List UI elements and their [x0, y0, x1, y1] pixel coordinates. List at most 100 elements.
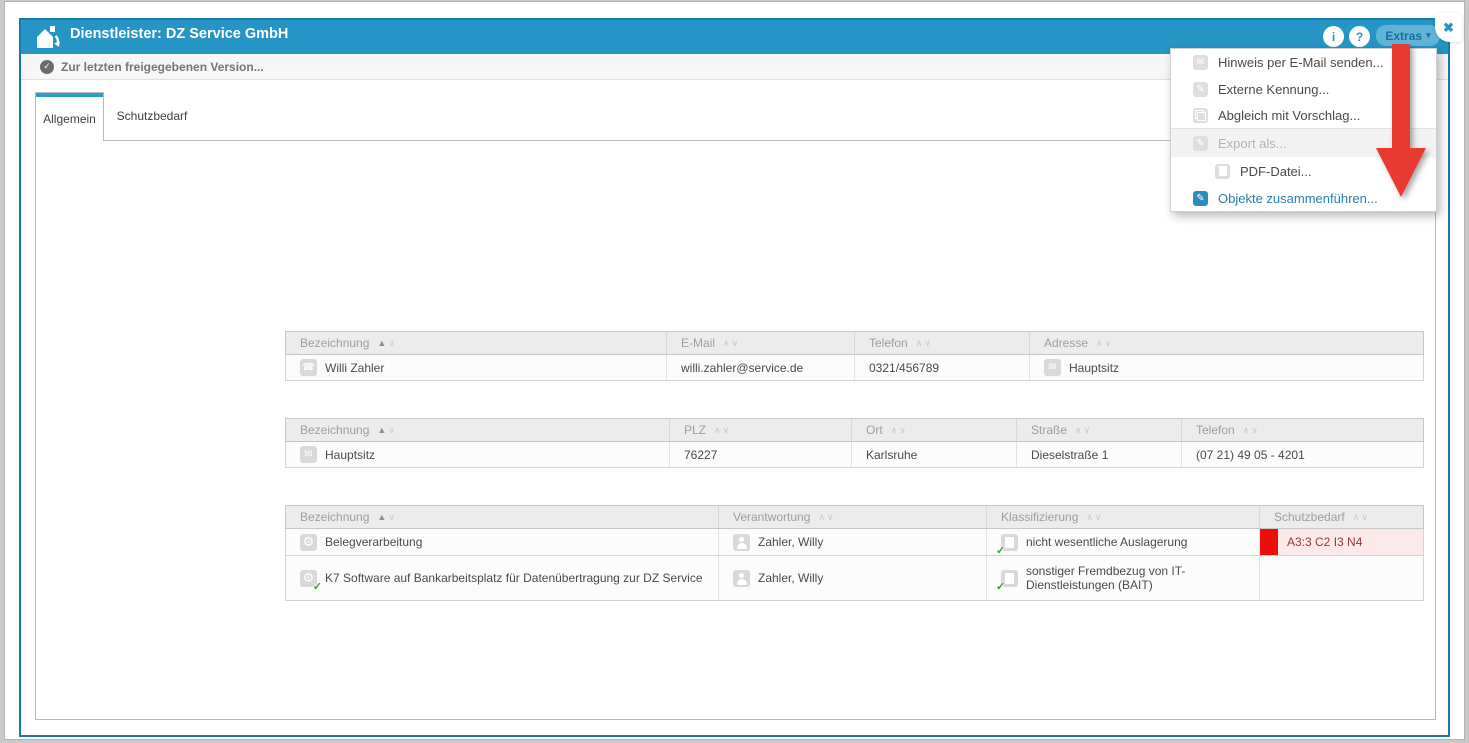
column-header[interactable]: E-Mail — [666, 332, 854, 354]
column-header[interactable]: Bezeichnung — [286, 506, 718, 528]
column-label: Klassifizierung — [1001, 510, 1078, 524]
column-header[interactable]: Schutzbedarf — [1259, 506, 1423, 528]
address-plz: 76227 — [684, 448, 717, 462]
column-label: Bezeichnung — [300, 336, 369, 350]
sort-icon — [818, 513, 833, 522]
classification-doc-icon: ✓ — [1001, 534, 1018, 551]
contact-name: Willi Zahler — [325, 361, 384, 375]
column-label: Schutzbedarf — [1274, 510, 1345, 524]
sort-icon — [1086, 513, 1101, 522]
sort-icon — [723, 339, 738, 348]
extras-dropdown-menu: Hinweis per E-Mail senden... Externe Ken… — [1170, 48, 1437, 212]
protection-level-value: A3:3 C2 I3 N4 — [1287, 535, 1362, 549]
person-icon — [733, 570, 750, 587]
close-icon[interactable]: ✖ — [1435, 13, 1462, 42]
active-tab-accent — [36, 93, 103, 97]
column-header[interactable]: Bezeichnung — [286, 419, 669, 441]
service-provider-house-icon — [34, 24, 61, 51]
help-glyph: ? — [1356, 30, 1363, 44]
column-header[interactable]: Bezeichnung — [286, 332, 666, 354]
menu-item-export-as[interactable]: Export als... — [1171, 129, 1436, 157]
sort-icon — [1096, 339, 1111, 348]
address-city: Karlsruhe — [866, 448, 917, 462]
screen: Dienstleister: DZ Service GmbH i ? Extra… — [0, 0, 1469, 743]
menu-item-compare-proposal[interactable]: Abgleich mit Vorschlag... — [1171, 102, 1436, 128]
column-label: Adresse — [1044, 336, 1088, 350]
address-card-icon: ✉ — [300, 446, 317, 463]
sort-icon — [377, 426, 395, 435]
column-header[interactable]: Adresse — [1029, 332, 1423, 354]
check-icon: ✓ — [313, 580, 322, 593]
tab-schutzbedarf-label: Schutzbedarf — [117, 109, 188, 123]
adressen-table: Bezeichnung PLZ Ort Straße Telefon ✉ Haup… — [285, 418, 1424, 468]
adressen-header-row: Bezeichnung PLZ Ort Straße Telefon — [285, 418, 1424, 442]
last-released-version-link[interactable]: Zur letzten freigegebenen Version... — [61, 60, 264, 74]
contact-phone-icon: ☎ — [300, 359, 317, 376]
sort-icon — [714, 426, 729, 435]
tab-allgemein[interactable]: Allgemein — [35, 92, 104, 141]
table-row[interactable]: ⚙✓K7 Software auf Bankarbeitsplatz für D… — [285, 556, 1424, 601]
person-icon — [733, 534, 750, 551]
address-name: Hauptsitz — [325, 448, 375, 462]
ansprechpartner-table: Bezeichnung E-Mail Telefon Adresse ☎ Will… — [285, 331, 1424, 381]
leistungen-table: Bezeichnung Verantwortung Klassifizierun… — [285, 505, 1424, 601]
contact-address: Hauptsitz — [1069, 361, 1119, 375]
contact-email: willi.zahler@service.de — [681, 361, 803, 375]
close-glyph: ✖ — [1443, 20, 1454, 36]
info-icon[interactable]: i — [1323, 26, 1344, 47]
service-gear-icon: ⚙ — [300, 534, 317, 551]
menu-item-merge-objects[interactable]: Objekte zusammenführen... — [1171, 185, 1436, 211]
sort-icon — [377, 513, 395, 522]
menu-item-label: Externe Kennung... — [1218, 82, 1329, 97]
column-label: Bezeichnung — [300, 510, 369, 524]
sort-icon — [1353, 513, 1368, 522]
column-label: Straße — [1031, 423, 1067, 437]
column-label: Telefon — [869, 336, 908, 350]
contact-phone: 0321/456789 — [869, 361, 939, 375]
tab-allgemein-label: Allgemein — [36, 112, 103, 126]
column-label: PLZ — [684, 423, 706, 437]
column-header[interactable]: Klassifizierung — [986, 506, 1259, 528]
address-phone: (07 21) 49 05 - 4201 — [1196, 448, 1305, 462]
envelope-icon — [1193, 55, 1208, 70]
column-label: E-Mail — [681, 336, 715, 350]
column-header[interactable]: Telefon — [854, 332, 1029, 354]
help-icon[interactable]: ? — [1349, 26, 1370, 47]
menu-item-send-email[interactable]: Hinweis per E-Mail senden... — [1171, 49, 1436, 76]
tab-schutzbedarf[interactable]: Schutzbedarf — [104, 92, 200, 140]
copy-icon — [1193, 108, 1208, 123]
protection-level-indicator — [1260, 529, 1278, 555]
menu-item-label: Export als... — [1218, 136, 1287, 151]
export-icon — [1193, 136, 1208, 151]
info-glyph: i — [1332, 30, 1335, 44]
service-responsible: Zahler, Willy — [758, 571, 823, 585]
column-label: Ort — [866, 423, 883, 437]
table-row[interactable]: ☎ Willi Zahler willi.zahler@service.de 03… — [285, 355, 1424, 381]
sort-icon — [891, 426, 906, 435]
chevron-down-icon: ▾ — [1426, 30, 1431, 41]
extras-button[interactable]: Extras▾ — [1376, 25, 1440, 46]
menu-item-external-id[interactable]: Externe Kennung... — [1171, 76, 1436, 102]
leistungen-header-row: Bezeichnung Verantwortung Klassifizierun… — [285, 505, 1424, 529]
service-classification: sonstiger Fremdbezug von IT-Dienstleistu… — [1026, 564, 1216, 592]
sort-icon — [916, 339, 931, 348]
address-card-icon: ✉ — [1044, 359, 1061, 376]
menu-item-pdf-file[interactable]: PDF-Datei... — [1171, 157, 1436, 185]
merge-icon — [1193, 191, 1208, 206]
column-label: Bezeichnung — [300, 423, 369, 437]
service-responsible: Zahler, Willy — [758, 535, 823, 549]
column-header[interactable]: Straße — [1016, 419, 1181, 441]
table-row[interactable]: ⚙Belegverarbeitung Zahler, Willy ✓nicht … — [285, 529, 1424, 556]
table-row[interactable]: ✉Hauptsitz 76227 Karlsruhe Dieselstraße … — [285, 442, 1424, 468]
column-header[interactable]: PLZ — [669, 419, 851, 441]
sort-icon — [1243, 426, 1258, 435]
check-icon: ✓ — [996, 544, 1005, 557]
service-classification: nicht wesentliche Auslagerung — [1026, 535, 1187, 549]
check-icon: ✓ — [996, 580, 1005, 593]
classification-doc-icon: ✓ — [1001, 570, 1018, 587]
sort-icon — [377, 339, 395, 348]
column-header[interactable]: Verantwortung — [718, 506, 986, 528]
column-header[interactable]: Ort — [851, 419, 1016, 441]
ansprechpartner-header-row: Bezeichnung E-Mail Telefon Adresse — [285, 331, 1424, 355]
column-header[interactable]: Telefon — [1181, 419, 1423, 441]
